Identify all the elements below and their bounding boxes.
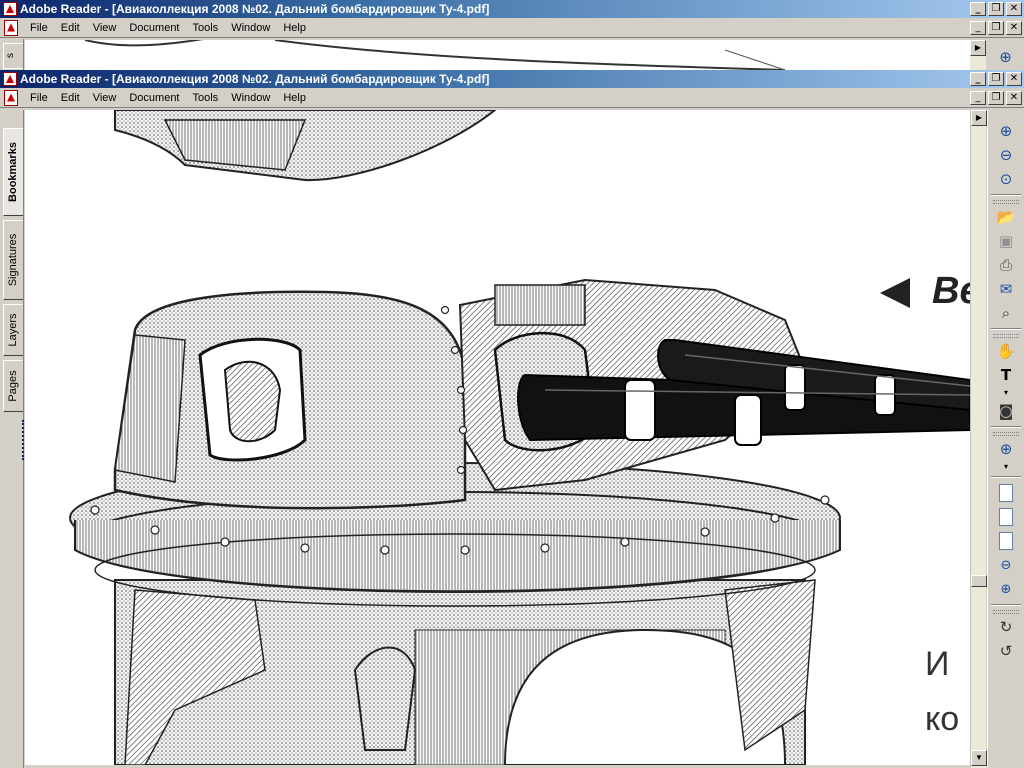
splitter-handle[interactable]: [22, 420, 24, 460]
document-view[interactable]: Ве И ко: [25, 110, 970, 765]
pdf-doc-icon[interactable]: [4, 89, 18, 106]
menu-view[interactable]: View: [87, 22, 124, 34]
window-title: Adobe Reader - [Авиаколлекция 2008 №02. …: [20, 72, 490, 86]
menu-window[interactable]: Window: [225, 22, 277, 34]
select-text-icon[interactable]: T: [993, 364, 1019, 386]
doc-restore-button[interactable]: ❐: [988, 20, 1004, 35]
section-heading: Ве: [880, 270, 970, 313]
search-binoculars-icon[interactable]: ⌕: [993, 302, 1019, 324]
restore-button[interactable]: ❐: [988, 2, 1004, 16]
doc-close-button[interactable]: ✕: [1006, 20, 1022, 35]
minimize-button[interactable]: _: [970, 72, 986, 86]
facing-page-icon[interactable]: [993, 530, 1019, 552]
background-document-view: [25, 40, 970, 70]
scroll-down-button[interactable]: ▼: [971, 750, 987, 766]
triangle-bullet-icon: [880, 277, 910, 308]
turret-illustration: [69, 110, 970, 765]
background-scroll-right[interactable]: ▶: [970, 40, 986, 56]
minimize-button[interactable]: _: [970, 2, 986, 16]
zoom-out-icon[interactable]: ⊖: [993, 144, 1019, 166]
background-toolbar: ⊕: [987, 40, 1024, 70]
menu-document[interactable]: Document: [123, 22, 186, 34]
menu-window[interactable]: Window: [225, 92, 277, 104]
rotate-clockwise-icon[interactable]: ↻: [993, 616, 1019, 638]
scroll-up-button[interactable]: ▶: [971, 110, 987, 126]
background-window-title: Adobe Reader - [Авиаколлекция 2008 №02. …: [20, 2, 490, 16]
adobe-reader-icon: [3, 2, 17, 16]
doc-minimize-button[interactable]: _: [970, 90, 986, 105]
menu-help[interactable]: Help: [277, 92, 313, 104]
toolbar-separator: [991, 604, 1021, 606]
doc-restore-button[interactable]: ❐: [988, 90, 1004, 105]
toolbar-separator: [991, 194, 1021, 196]
print-icon[interactable]: ⎙: [993, 254, 1019, 276]
zoom-in-icon[interactable]: ⊕: [993, 120, 1019, 142]
toolbar-separator: [991, 328, 1021, 330]
background-page-illustration: [84, 40, 786, 70]
navigation-pane: Bookmarks Signatures Layers Pages: [0, 110, 24, 768]
toolbar-grip[interactable]: [993, 334, 1019, 338]
single-page-icon[interactable]: [993, 482, 1019, 504]
vertical-scrollbar[interactable]: ▶ ▼: [970, 110, 987, 768]
toolbar-grip[interactable]: [993, 200, 1019, 204]
close-button[interactable]: ✕: [1006, 2, 1022, 16]
background-sidebar: s: [0, 39, 24, 70]
menu-help[interactable]: Help: [277, 22, 313, 34]
menu-document[interactable]: Document: [123, 92, 186, 104]
background-vscroll[interactable]: ▶: [970, 40, 986, 70]
doc-minimize-button[interactable]: _: [970, 20, 986, 35]
select-tool-dropdown[interactable]: ▾: [993, 388, 1019, 398]
save-icon[interactable]: ▣: [993, 230, 1019, 252]
window-titlebar: Adobe Reader - [Авиаколлекция 2008 №02. …: [0, 70, 1024, 88]
adobe-reader-icon: [3, 72, 17, 86]
menu-tools[interactable]: Tools: [187, 22, 226, 34]
hand-tool-icon[interactable]: ✋: [993, 340, 1019, 362]
zoom-out-circle-icon[interactable]: ⊖: [993, 554, 1019, 576]
page-text-line-2: ко: [925, 700, 960, 738]
background-window-titlebar: Adobe Reader - [Авиаколлекция 2008 №02. …: [0, 0, 1024, 18]
tab-bookmarks[interactable]: Bookmarks: [3, 128, 23, 216]
restore-button[interactable]: ❐: [988, 72, 1004, 86]
zoom-tool-icon[interactable]: ⊕: [993, 438, 1019, 460]
snapshot-icon[interactable]: ◙: [993, 400, 1019, 422]
close-button[interactable]: ✕: [1006, 72, 1022, 86]
background-sidebar-tab[interactable]: s: [3, 43, 23, 69]
menu-file[interactable]: File: [24, 92, 55, 104]
doc-close-button[interactable]: ✕: [1006, 90, 1022, 105]
toolbar-separator: [991, 476, 1021, 478]
background-zoom-in-icon[interactable]: ⊕: [993, 46, 1019, 68]
scroll-thumb[interactable]: [971, 575, 987, 587]
page-text-line-1: И: [925, 645, 950, 683]
toolbar-grip[interactable]: [993, 610, 1019, 614]
tab-pages[interactable]: Pages: [3, 360, 23, 412]
email-icon[interactable]: ✉: [993, 278, 1019, 300]
zoom-tool-dropdown[interactable]: ▾: [993, 462, 1019, 472]
menu-view[interactable]: View: [87, 92, 124, 104]
background-menubar: File Edit View Document Tools Window Hel…: [0, 18, 1024, 38]
zoom-in-circle-icon[interactable]: ⊕: [993, 578, 1019, 600]
pdf-doc-icon[interactable]: [4, 19, 18, 36]
menubar: File Edit View Document Tools Window Hel…: [0, 88, 1024, 108]
right-toolbar: ⊕ ⊖ ⊙ 📂 ▣ ⎙ ✉ ⌕ ✋ T ▾ ◙ ⊕ ▾ ⊖ ⊕ ↻ ↺: [987, 110, 1024, 768]
menu-file[interactable]: File: [24, 22, 55, 34]
continuous-page-icon[interactable]: [993, 506, 1019, 528]
menu-tools[interactable]: Tools: [187, 92, 226, 104]
menu-edit[interactable]: Edit: [55, 22, 87, 34]
toolbar-grip[interactable]: [993, 432, 1019, 436]
menu-edit[interactable]: Edit: [55, 92, 87, 104]
rotate-counterclockwise-icon[interactable]: ↺: [993, 640, 1019, 662]
open-folder-icon[interactable]: 📂: [993, 206, 1019, 228]
toolbar-separator: [991, 426, 1021, 428]
actual-size-icon[interactable]: ⊙: [993, 168, 1019, 190]
